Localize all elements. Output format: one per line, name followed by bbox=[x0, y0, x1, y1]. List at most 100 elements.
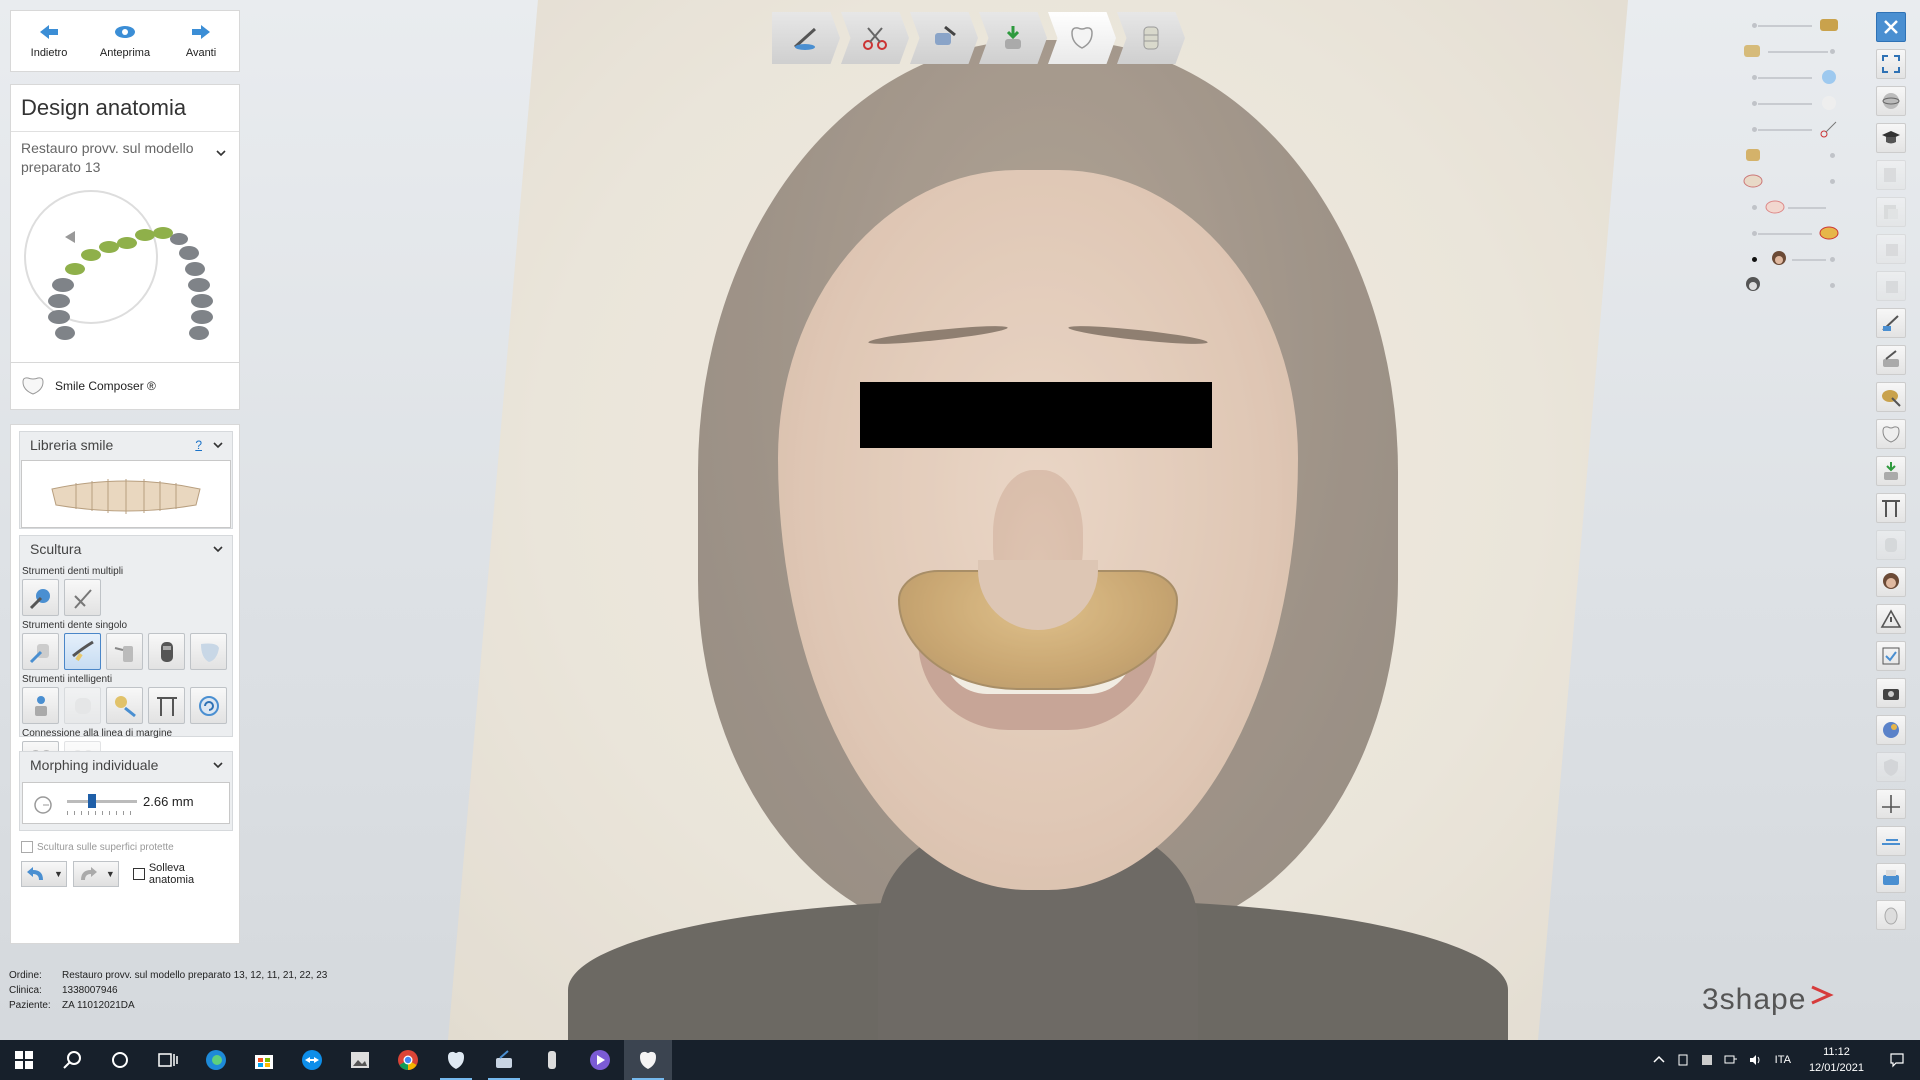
chevron-down-icon[interactable] bbox=[212, 759, 224, 771]
lift-anatomy-option[interactable]: Solleva anatomia bbox=[132, 862, 233, 886]
photos-app[interactable] bbox=[336, 1040, 384, 1080]
cortana-button[interactable] bbox=[96, 1040, 144, 1080]
step-cut[interactable] bbox=[841, 12, 909, 64]
notifications-button[interactable] bbox=[1874, 1040, 1920, 1080]
tool-check-button[interactable] bbox=[1876, 641, 1906, 671]
multi-transform-tool[interactable] bbox=[22, 579, 59, 616]
vis-row-model[interactable] bbox=[1742, 40, 1842, 62]
step-insertion[interactable] bbox=[910, 12, 978, 64]
vis-row-gingiva[interactable] bbox=[1742, 144, 1842, 166]
edge-app[interactable] bbox=[192, 1040, 240, 1080]
vis-row-antagonist[interactable] bbox=[1742, 14, 1842, 36]
tool-camera-button[interactable] bbox=[1876, 678, 1906, 708]
single-wax-knife-tool[interactable] bbox=[64, 633, 101, 670]
task-view-button[interactable] bbox=[144, 1040, 192, 1080]
teamviewer-app[interactable] bbox=[288, 1040, 336, 1080]
smart-tool-5[interactable] bbox=[190, 687, 227, 724]
tool-egg-button[interactable] bbox=[1876, 900, 1906, 930]
view-3d-button[interactable] bbox=[1876, 86, 1906, 116]
single-transform-tool[interactable] bbox=[22, 633, 59, 670]
chevron-down-icon[interactable] bbox=[215, 147, 227, 159]
start-button[interactable] bbox=[0, 1040, 48, 1080]
protected-surfaces-checkbox[interactable] bbox=[21, 841, 33, 853]
smile-library-preview[interactable] bbox=[21, 460, 231, 528]
step-anatomy[interactable] bbox=[1048, 12, 1116, 64]
lift-anatomy-checkbox[interactable] bbox=[132, 868, 145, 880]
chevron-down-icon[interactable]: ▼ bbox=[106, 869, 115, 879]
protected-surfaces-option[interactable]: Scultura sulle superfici protette bbox=[19, 841, 233, 853]
smart-tool-4[interactable] bbox=[148, 687, 185, 724]
tool-gold-button[interactable] bbox=[1876, 382, 1906, 412]
tray-expand-button[interactable] bbox=[1647, 1040, 1671, 1080]
close-view-button[interactable] bbox=[1876, 12, 1906, 42]
dental-app-3[interactable] bbox=[528, 1040, 576, 1080]
tool-section-button[interactable] bbox=[1876, 826, 1906, 856]
vis-row-prep[interactable] bbox=[1742, 92, 1842, 114]
smart-tool-2[interactable] bbox=[64, 687, 101, 724]
vis-row-lower[interactable] bbox=[1742, 170, 1842, 192]
tray-network-button[interactable] bbox=[1719, 1040, 1743, 1080]
tool-globe-button[interactable] bbox=[1876, 715, 1906, 745]
step-connector[interactable] bbox=[1117, 12, 1185, 64]
smile-composer-button[interactable]: Smile Composer ® bbox=[10, 362, 240, 410]
morph-slider-thumb[interactable] bbox=[87, 794, 96, 808]
tool-measure-button[interactable] bbox=[1876, 308, 1906, 338]
copy-button-2[interactable] bbox=[1876, 197, 1906, 227]
tool-warning-button[interactable] bbox=[1876, 604, 1906, 634]
tray-app-button[interactable] bbox=[1695, 1040, 1719, 1080]
tool-tooth-button[interactable] bbox=[1876, 419, 1906, 449]
tool-frame-button[interactable] bbox=[1876, 493, 1906, 523]
tool-axis-button[interactable] bbox=[1876, 789, 1906, 819]
dental-app-1[interactable] bbox=[432, 1040, 480, 1080]
step-placement[interactable] bbox=[979, 12, 1047, 64]
smart-tool-1[interactable] bbox=[22, 687, 59, 724]
tool-face-button[interactable] bbox=[1876, 567, 1906, 597]
tool-shield-button[interactable] bbox=[1876, 752, 1906, 782]
morph-slider-track[interactable] bbox=[67, 800, 137, 803]
forward-button[interactable]: Avanti bbox=[166, 23, 236, 59]
copy-button-3[interactable] bbox=[1876, 234, 1906, 264]
chevron-down-icon[interactable] bbox=[212, 543, 224, 555]
preview-button[interactable]: Anteprima bbox=[90, 23, 160, 59]
chevron-down-icon[interactable]: ▼ bbox=[54, 869, 63, 879]
search-button[interactable] bbox=[48, 1040, 96, 1080]
chrome-app[interactable] bbox=[384, 1040, 432, 1080]
training-button[interactable] bbox=[1876, 123, 1906, 153]
tray-device-button[interactable] bbox=[1671, 1040, 1695, 1080]
restoration-selector[interactable]: Restauro provv. sul modello preparato 13 bbox=[21, 139, 211, 177]
help-link[interactable]: ? bbox=[195, 438, 202, 452]
windows-taskbar: ITA 11:12 12/01/2021 bbox=[0, 1040, 1920, 1080]
vis-row-face-2[interactable] bbox=[1742, 274, 1842, 296]
tray-volume-button[interactable] bbox=[1743, 1040, 1767, 1080]
input-language[interactable]: ITA bbox=[1775, 1054, 1791, 1066]
multi-wax-knife-tool[interactable] bbox=[64, 579, 101, 616]
tool-sculpt-button[interactable] bbox=[1876, 345, 1906, 375]
vis-row-smile-teeth[interactable] bbox=[1742, 196, 1842, 218]
single-morph-tool[interactable] bbox=[190, 633, 227, 670]
copy-button-4[interactable] bbox=[1876, 271, 1906, 301]
smart-tool-3[interactable] bbox=[106, 687, 143, 724]
vis-row-cut[interactable] bbox=[1742, 118, 1842, 140]
undo-button[interactable]: ▼ bbox=[21, 861, 67, 887]
single-add-remove-tool[interactable] bbox=[106, 633, 143, 670]
vis-row-library[interactable] bbox=[1742, 222, 1842, 244]
tool-insertion-button[interactable] bbox=[1876, 456, 1906, 486]
vis-row-photo[interactable] bbox=[1742, 248, 1842, 270]
dental-app-2[interactable] bbox=[480, 1040, 528, 1080]
tooth-arch-selector[interactable] bbox=[19, 185, 219, 345]
clock[interactable]: 11:12 12/01/2021 bbox=[1809, 1044, 1864, 1076]
step-margin-line[interactable] bbox=[772, 12, 840, 64]
redo-button[interactable]: ▼ bbox=[72, 861, 119, 887]
single-smooth-tool[interactable] bbox=[148, 633, 185, 670]
fullscreen-button[interactable] bbox=[1876, 49, 1906, 79]
patient-photo-viewport[interactable] bbox=[448, 0, 1628, 1040]
chevron-down-icon[interactable] bbox=[212, 439, 224, 451]
copy-button-1[interactable] bbox=[1876, 160, 1906, 190]
tool-printer-button[interactable] bbox=[1876, 863, 1906, 893]
media-app[interactable] bbox=[576, 1040, 624, 1080]
vis-row-crown[interactable] bbox=[1742, 66, 1842, 88]
back-button[interactable]: Indietro bbox=[14, 23, 84, 59]
tool-disabled-button[interactable] bbox=[1876, 530, 1906, 560]
dental-designer-app[interactable] bbox=[624, 1040, 672, 1080]
store-app[interactable] bbox=[240, 1040, 288, 1080]
